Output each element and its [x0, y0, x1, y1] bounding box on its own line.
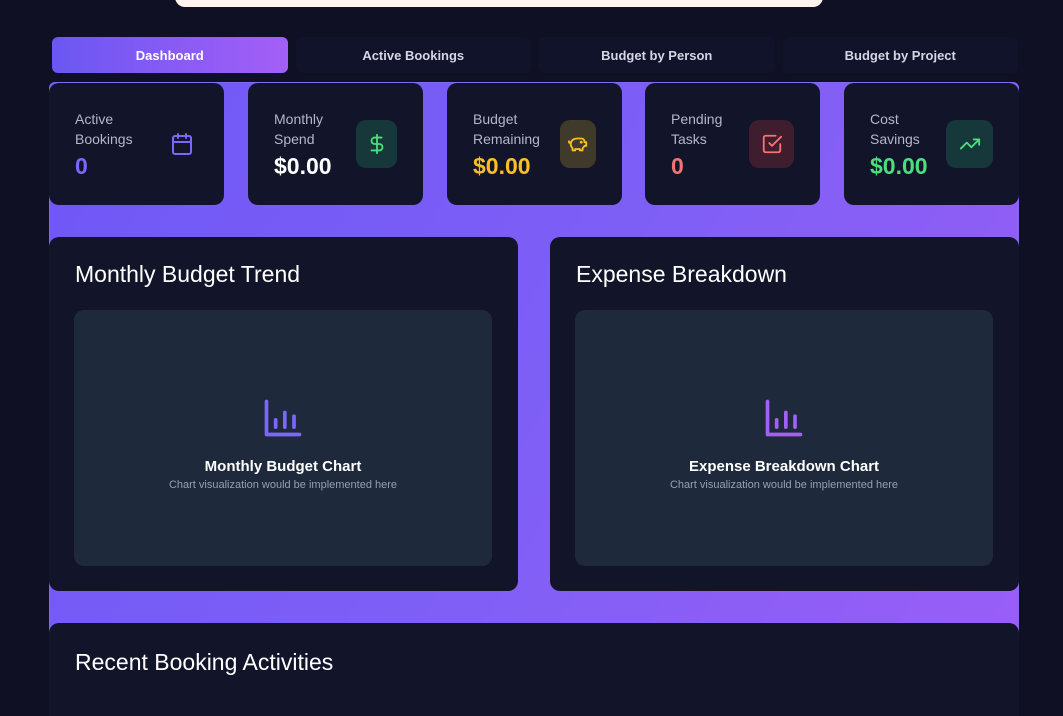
stat-label: Budget Remaining — [473, 111, 540, 147]
budget-trend-card: Monthly Budget Trend Monthly Budget Char… — [49, 237, 518, 591]
stat-label: Monthly Spend — [274, 111, 324, 147]
tab-budget-by-person[interactable]: Budget by Person — [539, 37, 775, 73]
expense-chart-placeholder: Expense Breakdown Chart Chart visualizat… — [575, 310, 993, 566]
chart-note: Chart visualization would be implemented… — [669, 478, 899, 491]
stat-value: $0.00 — [870, 153, 928, 179]
calendar-icon — [161, 120, 202, 168]
tab-budget-by-project[interactable]: Budget by Project — [782, 37, 1018, 73]
dollar-icon — [356, 120, 397, 168]
top-banner — [175, 0, 823, 7]
bar-chart-icon — [765, 399, 803, 436]
stat-value: $0.00 — [274, 153, 332, 179]
expense-breakdown-card: Expense Breakdown Expense Breakdown Char… — [550, 237, 1019, 591]
chart-note: Chart visualization would be implemented… — [168, 478, 398, 491]
tab-bar: Dashboard Active Bookings Budget by Pers… — [52, 37, 1018, 77]
stats-row: Active Bookings 0 Monthly Spend $0.00 Bu… — [49, 83, 1019, 205]
card-title: Expense Breakdown — [576, 261, 787, 287]
tab-active-bookings[interactable]: Active Bookings — [295, 37, 531, 73]
card-title: Monthly Budget Trend — [75, 261, 301, 287]
chart-name: Expense Breakdown Chart — [688, 457, 880, 475]
chart-name: Monthly Budget Chart — [204, 457, 362, 475]
stat-card-cost-savings: Cost Savings $0.00 — [844, 83, 1019, 205]
tab-dashboard[interactable]: Dashboard — [52, 37, 288, 73]
check-square-icon — [749, 120, 794, 168]
recent-activities-card: Recent Booking Activities — [49, 623, 1019, 716]
stat-value: 0 — [671, 153, 684, 179]
trending-up-icon — [946, 120, 993, 168]
stat-label: Pending Tasks — [671, 111, 723, 147]
stat-value: $0.00 — [473, 153, 531, 179]
stat-label: Cost Savings — [870, 111, 920, 147]
card-title: Recent Booking Activities — [75, 649, 334, 675]
dashboard-page: Dashboard Active Bookings Budget by Pers… — [0, 0, 1063, 716]
stat-card-monthly-spend: Monthly Spend $0.00 — [248, 83, 423, 205]
bar-chart-icon — [264, 399, 302, 436]
stat-label: Active Bookings — [75, 111, 133, 147]
stat-card-pending-tasks: Pending Tasks 0 — [645, 83, 820, 205]
stat-card-active-bookings: Active Bookings 0 — [49, 83, 224, 205]
budget-chart-placeholder: Monthly Budget Chart Chart visualization… — [74, 310, 492, 566]
piggy-bank-icon — [560, 120, 596, 168]
stat-card-budget-remaining: Budget Remaining $0.00 — [447, 83, 622, 205]
